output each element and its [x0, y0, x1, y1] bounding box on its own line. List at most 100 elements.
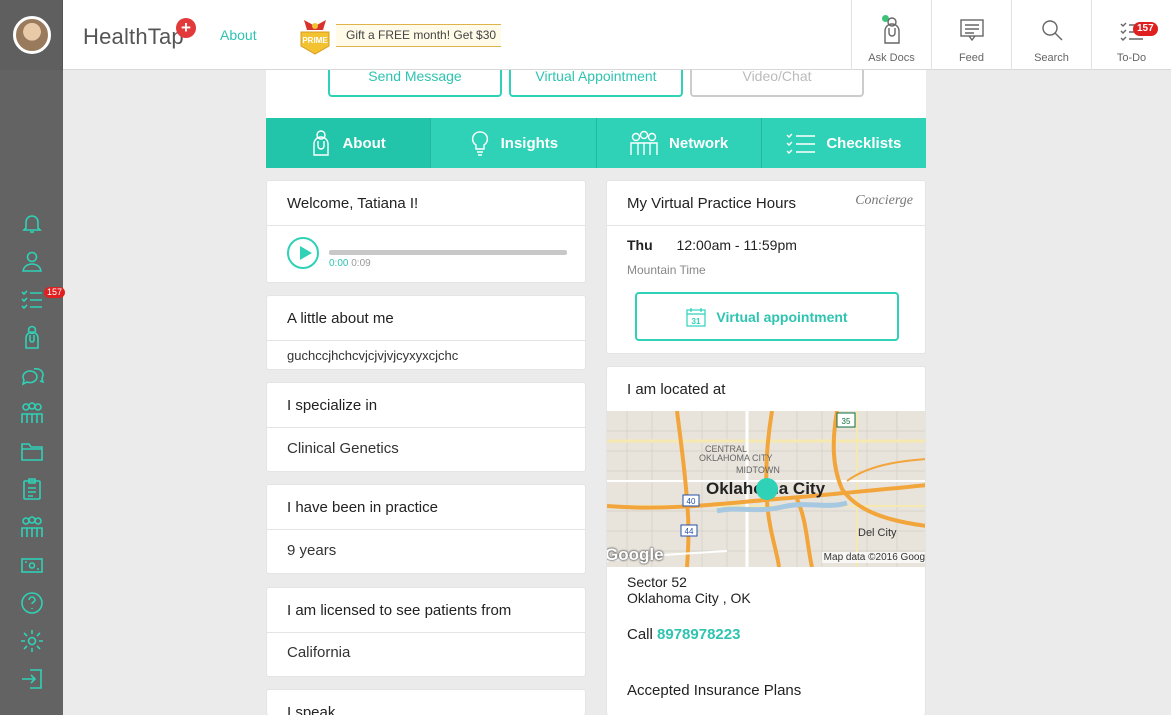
languages-title: I speak [287, 704, 336, 715]
languages-card: I speak [266, 689, 586, 715]
audio-time: 0:00 0:09 [329, 258, 371, 269]
tab-insights[interactable]: Insights [431, 118, 597, 168]
feed-icon [960, 19, 984, 42]
group-icon[interactable] [20, 515, 44, 539]
hours-row: Thu 12:00am - 11:59pm [627, 237, 797, 253]
gear-icon[interactable] [20, 629, 44, 653]
welcome-title: Welcome, Tatiana I! [267, 181, 585, 226]
audio-player: 0:00 0:09 [267, 226, 585, 282]
map-label-midtown: MIDTOWN [736, 465, 780, 475]
practice-hours-card: My Virtual Practice Hours Concierge Thu … [606, 180, 926, 354]
insurance-title: Accepted Insurance Plans [627, 682, 802, 699]
about-me-title: A little about me [267, 296, 585, 341]
clipboard-icon[interactable] [20, 477, 44, 501]
play-button[interactable] [287, 237, 319, 269]
avatar[interactable] [13, 16, 51, 54]
address-line-1: Sector 52 [627, 574, 687, 590]
folder-icon[interactable] [20, 439, 44, 463]
tab-checklists[interactable]: Checklists [762, 118, 926, 168]
search-button[interactable]: Search [1011, 0, 1091, 70]
bell-icon[interactable] [20, 211, 44, 235]
todo-button[interactable]: 157 To-Do [1091, 0, 1171, 70]
tab-about-label: About [342, 134, 386, 152]
virtual-appointment-button[interactable]: Virtual Appointment [509, 70, 683, 97]
call-label: Call [627, 626, 653, 643]
phone-link[interactable]: 8978978223 [657, 626, 740, 643]
nav-about-link[interactable]: About [220, 27, 257, 43]
profile-icon[interactable] [20, 249, 44, 273]
practice-card: I have been in practice 9 years [266, 484, 586, 574]
practice-title: I have been in practice [267, 485, 585, 530]
concierge-logo: Concierge [855, 193, 913, 208]
virtual-appointment-cta[interactable]: 31 Virtual appointment [635, 292, 899, 341]
feed-label: Feed [958, 52, 985, 64]
about-me-card: A little about me guchccjhchcvjcjvjvjcyx… [266, 295, 586, 370]
svg-text:35: 35 [842, 417, 851, 426]
people-icon[interactable] [20, 401, 44, 425]
send-message-button[interactable]: Send Message [328, 70, 502, 97]
calendar-icon: 31 [686, 307, 706, 327]
tab-insights-label: Insights [500, 134, 559, 152]
audio-total-time: 0:09 [351, 258, 371, 269]
search-label: Search [1034, 52, 1069, 64]
audio-progress-track[interactable] [329, 250, 567, 255]
svg-text:40: 40 [687, 497, 696, 506]
svg-text:44: 44 [685, 527, 694, 536]
ask-docs-label: Ask Docs [868, 52, 915, 64]
license-card: I am licensed to see patients from Calif… [266, 587, 586, 677]
license-value: California [287, 644, 351, 661]
audio-current-time: 0:00 [329, 258, 349, 269]
sidebar: 157 [0, 0, 66, 715]
doctor-icon [313, 130, 330, 156]
tab-checklists-label: Checklists [826, 134, 902, 152]
chat-icon[interactable] [20, 363, 45, 387]
people-icon [630, 130, 658, 155]
checklist-icon [786, 133, 816, 154]
contact-actions: Send Message Virtual Appointment Video/C… [266, 70, 926, 118]
timezone: Mountain Time [627, 263, 706, 277]
specialty-card: I specialize in Clinical Genetics [266, 382, 586, 472]
help-icon[interactable] [20, 591, 44, 615]
virtual-appointment-cta-label: Virtual appointment [716, 308, 848, 325]
map-location-pin[interactable] [756, 478, 778, 500]
call-row: Call 8978978223 [627, 626, 740, 643]
location-map[interactable]: 35 40 44 CENTRAL OKLAHOMA CITY MIDTOWN O… [607, 411, 925, 567]
profile-tabs: About Insights Network Checklists [266, 118, 926, 168]
prime-badge-icon[interactable]: PRIME [298, 12, 332, 56]
tab-network[interactable]: Network [597, 118, 762, 168]
welcome-card: Welcome, Tatiana I! 0:00 0:09 [266, 180, 586, 283]
map-label-del-city: Del City [858, 527, 897, 539]
hours-day: Thu [627, 237, 653, 253]
about-me-text: guchccjhchcvjcjvjvjcyxyxcjchc [287, 348, 459, 363]
svg-text:PRIME: PRIME [302, 36, 328, 45]
location-card: I am located at 35 40 44 CENTRAL OKLAHOM… [606, 366, 926, 715]
ask-docs-button[interactable]: Ask Docs [851, 0, 931, 70]
sidebar-header [0, 0, 63, 70]
license-title: I am licensed to see patients from [267, 588, 585, 633]
map-label-okc-small: OKLAHOMA CITY [699, 453, 773, 463]
svg-text:31: 31 [692, 317, 701, 326]
video-chat-button[interactable]: Video/Chat [690, 70, 864, 97]
healthtap-logo[interactable]: HealthTap [83, 24, 184, 50]
promo-banner[interactable]: Gift a FREE month! Get $30 [336, 24, 501, 47]
doctor-icon[interactable] [20, 325, 44, 349]
logout-icon[interactable] [20, 667, 44, 691]
tab-about[interactable]: About [266, 118, 432, 168]
todo-badge: 157 [44, 287, 66, 298]
practice-value: 9 years [287, 542, 337, 559]
lightbulb-icon [471, 131, 488, 156]
money-icon[interactable] [20, 553, 44, 577]
location-title: I am located at [627, 381, 726, 398]
feed-button[interactable]: Feed [931, 0, 1011, 70]
hours-range: 12:00am - 11:59pm [676, 237, 797, 253]
google-logo: Google [607, 545, 664, 564]
map-attribution: Map data ©2016 Goog [821, 552, 925, 563]
todo-label: To-Do [1116, 52, 1147, 64]
address-line-2: Oklahoma City , OK [627, 590, 751, 606]
specialty-title: I specialize in [267, 383, 585, 428]
todo-count-badge: 157 [1133, 22, 1158, 36]
checklist-icon[interactable] [20, 287, 44, 311]
top-header: HealthTap + About PRIME Gift a FREE mont… [63, 0, 1171, 70]
tab-network-label: Network [669, 134, 729, 152]
search-icon [1042, 20, 1063, 41]
